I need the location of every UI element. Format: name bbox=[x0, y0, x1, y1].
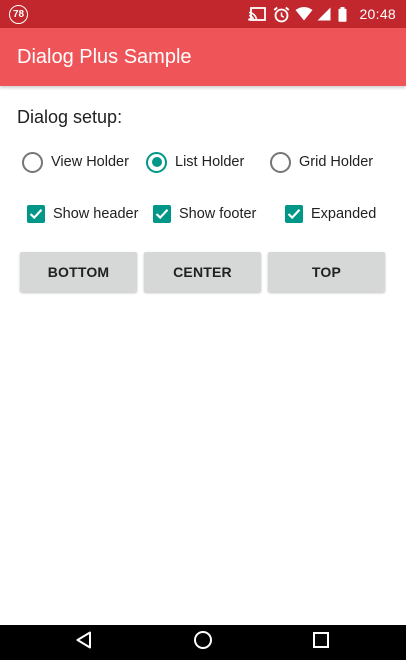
app-bar: Dialog Plus Sample bbox=[0, 28, 406, 86]
home-button[interactable] bbox=[173, 625, 233, 660]
status-bar: 78 20:48 bbox=[0, 0, 406, 28]
gravity-button-group: BOTTOM CENTER TOP bbox=[20, 252, 386, 292]
top-button[interactable]: TOP bbox=[268, 252, 385, 292]
navigation-bar bbox=[0, 625, 406, 660]
notification-badge: 78 bbox=[9, 5, 28, 24]
recents-icon bbox=[313, 632, 329, 653]
alarm-icon bbox=[269, 0, 293, 28]
status-time: 20:48 bbox=[359, 6, 396, 22]
wifi-icon bbox=[293, 0, 315, 28]
main-content: Dialog setup: View Holder List Holder Gr… bbox=[0, 86, 406, 625]
signal-icon bbox=[315, 0, 333, 28]
radio-label: View Holder bbox=[51, 154, 129, 170]
status-icons: 20:48 bbox=[245, 0, 406, 28]
checkbox-checked-icon bbox=[27, 205, 45, 223]
options-checkbox-group: Show header Show footer Expanded bbox=[27, 202, 406, 226]
checkbox-checked-icon bbox=[285, 205, 303, 223]
cast-icon bbox=[245, 0, 269, 28]
checkbox-checked-icon bbox=[153, 205, 171, 223]
radio-grid-holder[interactable]: Grid Holder bbox=[270, 150, 373, 174]
home-icon bbox=[193, 630, 213, 655]
checkbox-label: Show footer bbox=[179, 206, 257, 222]
radio-view-holder[interactable]: View Holder bbox=[22, 150, 129, 174]
checkbox-show-header[interactable]: Show header bbox=[27, 202, 138, 226]
back-icon bbox=[75, 631, 93, 654]
holder-radio-group: View Holder List Holder Grid Holder bbox=[22, 150, 406, 174]
radio-list-holder[interactable]: List Holder bbox=[146, 150, 244, 174]
radio-label: Grid Holder bbox=[299, 154, 374, 170]
checkbox-label: Show header bbox=[53, 206, 139, 222]
checkbox-expanded[interactable]: Expanded bbox=[285, 202, 376, 226]
radio-label: List Holder bbox=[175, 154, 245, 170]
checkbox-show-footer[interactable]: Show footer bbox=[153, 202, 256, 226]
dialog-setup-label: Dialog setup: bbox=[17, 107, 123, 127]
recents-button[interactable] bbox=[291, 625, 351, 660]
battery-icon bbox=[333, 0, 351, 28]
checkbox-label: Expanded bbox=[311, 206, 377, 222]
radio-button-icon bbox=[270, 151, 291, 173]
radio-button-icon bbox=[22, 151, 43, 173]
bottom-button[interactable]: BOTTOM bbox=[20, 252, 137, 292]
back-button[interactable] bbox=[54, 625, 114, 660]
app-title: Dialog Plus Sample bbox=[17, 45, 192, 68]
center-button[interactable]: CENTER bbox=[144, 252, 261, 292]
radio-button-checked-icon bbox=[146, 151, 167, 173]
